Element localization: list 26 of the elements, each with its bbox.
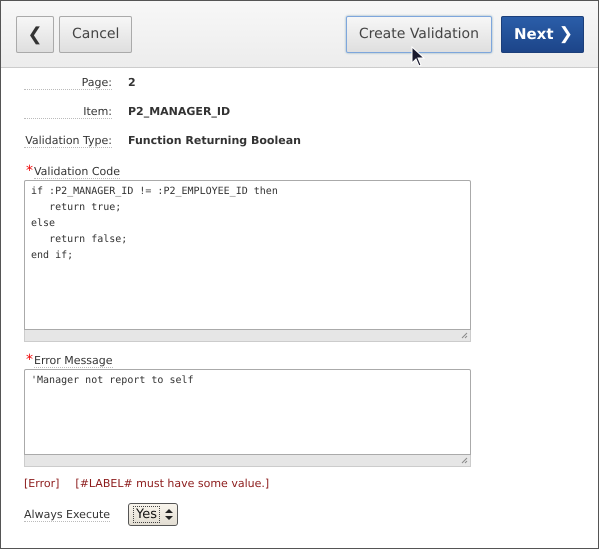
field-label: Validation Type: — [24, 134, 112, 148]
mouse-pointer-icon — [411, 46, 427, 68]
error-message: [#LABEL# must have some value.] — [75, 477, 270, 492]
resize-bar[interactable] — [24, 330, 471, 342]
updown-arrows-icon — [165, 509, 174, 520]
resize-grip-icon — [461, 457, 468, 464]
error-tag: [Error] — [24, 477, 60, 501]
field-value: Function Returning Boolean — [128, 134, 301, 147]
required-asterisk: * — [26, 352, 33, 368]
text-area[interactable]: 'Manager not report to self — [24, 369, 471, 455]
text-area[interactable]: if :P2_MANAGER_ID != :P2_EMPLOYEE_ID then return true; else return false; end if; — [24, 180, 471, 330]
field-label: Validation Code — [34, 165, 120, 179]
create-validation-button[interactable]: Create Validation — [346, 16, 492, 52]
field-label: Error Message — [34, 354, 113, 368]
cancel-button[interactable]: Cancel — [59, 16, 132, 52]
field-label: Page: — [24, 76, 112, 90]
field-value: 2 — [128, 76, 136, 89]
next-button[interactable]: Next ❯ — [500, 16, 584, 52]
field-value: P2_MANAGER_ID — [128, 105, 230, 118]
select-dropdown[interactable]: Yes — [128, 503, 178, 526]
field-label: Item: — [24, 105, 112, 119]
resize-grip-icon — [461, 332, 468, 339]
required-asterisk: * — [26, 163, 33, 179]
back-button[interactable]: ❮ — [16, 16, 54, 52]
field-label: Always Execute — [24, 508, 110, 522]
resize-bar[interactable] — [24, 455, 471, 467]
